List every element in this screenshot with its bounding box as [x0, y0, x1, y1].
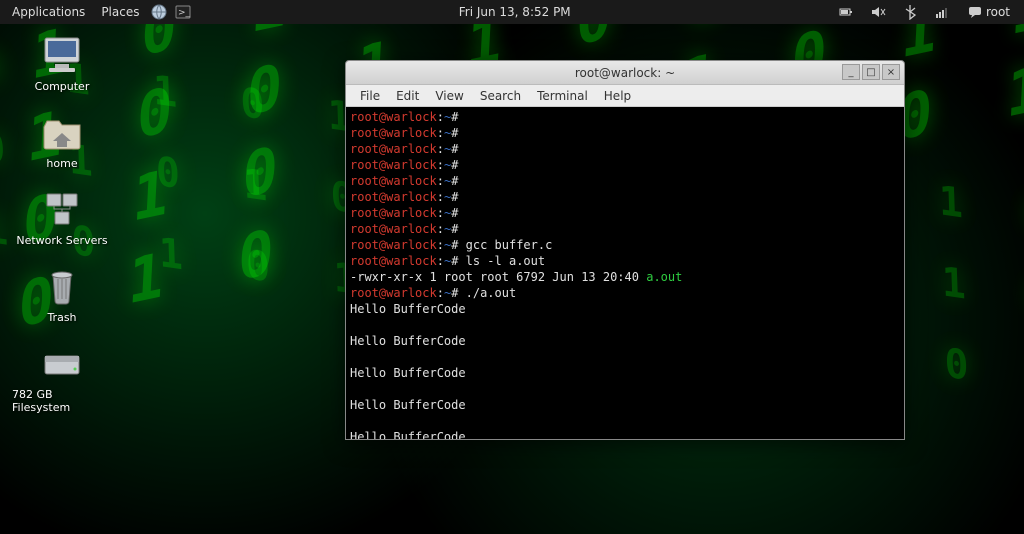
- bluetooth-icon[interactable]: [900, 2, 920, 22]
- desktop-icon-label: Network Servers: [16, 234, 107, 247]
- user-menu[interactable]: root: [962, 5, 1016, 19]
- maximize-button[interactable]: □: [862, 64, 880, 80]
- desktop-icon-network[interactable]: Network Servers: [12, 188, 112, 247]
- desktop-icon-label: 782 GB Filesystem: [12, 388, 112, 414]
- desktop-icon-trash[interactable]: Trash: [12, 265, 112, 324]
- window-title: root@warlock: ~: [575, 66, 675, 80]
- minimize-button[interactable]: _: [842, 64, 860, 80]
- terminal-launcher-icon[interactable]: >_: [173, 2, 193, 22]
- volume-icon[interactable]: [868, 2, 888, 22]
- desktop-icon-label: Computer: [35, 80, 90, 93]
- menu-view[interactable]: View: [427, 89, 471, 103]
- desktop-icon-computer[interactable]: Computer: [12, 34, 112, 93]
- menu-help[interactable]: Help: [596, 89, 639, 103]
- network-servers-icon: [39, 188, 85, 230]
- home-folder-icon: [39, 111, 85, 153]
- window-titlebar[interactable]: root@warlock: ~ _ □ ×: [346, 61, 904, 85]
- desktop-icon-filesystem[interactable]: 782 GB Filesystem: [12, 342, 112, 414]
- terminal-window: root@warlock: ~ _ □ × File Edit View Sea…: [345, 60, 905, 440]
- desktop-icon-label: Trash: [47, 311, 76, 324]
- network-icon[interactable]: [932, 2, 952, 22]
- menu-file[interactable]: File: [352, 89, 388, 103]
- svg-text:>_: >_: [178, 8, 191, 18]
- computer-icon: [39, 34, 85, 76]
- menu-search[interactable]: Search: [472, 89, 529, 103]
- browser-launcher-icon[interactable]: [149, 2, 169, 22]
- clock[interactable]: Fri Jun 13, 8:52 PM: [453, 5, 577, 19]
- battery-icon[interactable]: [836, 2, 856, 22]
- terminal-output[interactable]: root@warlock:~# root@warlock:~# root@war…: [346, 107, 904, 439]
- trash-icon: [39, 265, 85, 307]
- drive-icon: [39, 342, 85, 384]
- desktop-icon-label: home: [46, 157, 77, 170]
- desktop-icons: Computer home Network Servers Trash 782 …: [12, 34, 112, 414]
- chat-icon: [968, 5, 982, 19]
- user-label: root: [986, 5, 1010, 19]
- top-panel: Applications Places >_ Fri Jun 13, 8:52 …: [0, 0, 1024, 24]
- menu-edit[interactable]: Edit: [388, 89, 427, 103]
- applications-menu[interactable]: Applications: [4, 0, 93, 24]
- close-button[interactable]: ×: [882, 64, 900, 80]
- places-menu[interactable]: Places: [93, 0, 147, 24]
- desktop-icon-home[interactable]: home: [12, 111, 112, 170]
- terminal-menubar: File Edit View Search Terminal Help: [346, 85, 904, 107]
- menu-terminal[interactable]: Terminal: [529, 89, 596, 103]
